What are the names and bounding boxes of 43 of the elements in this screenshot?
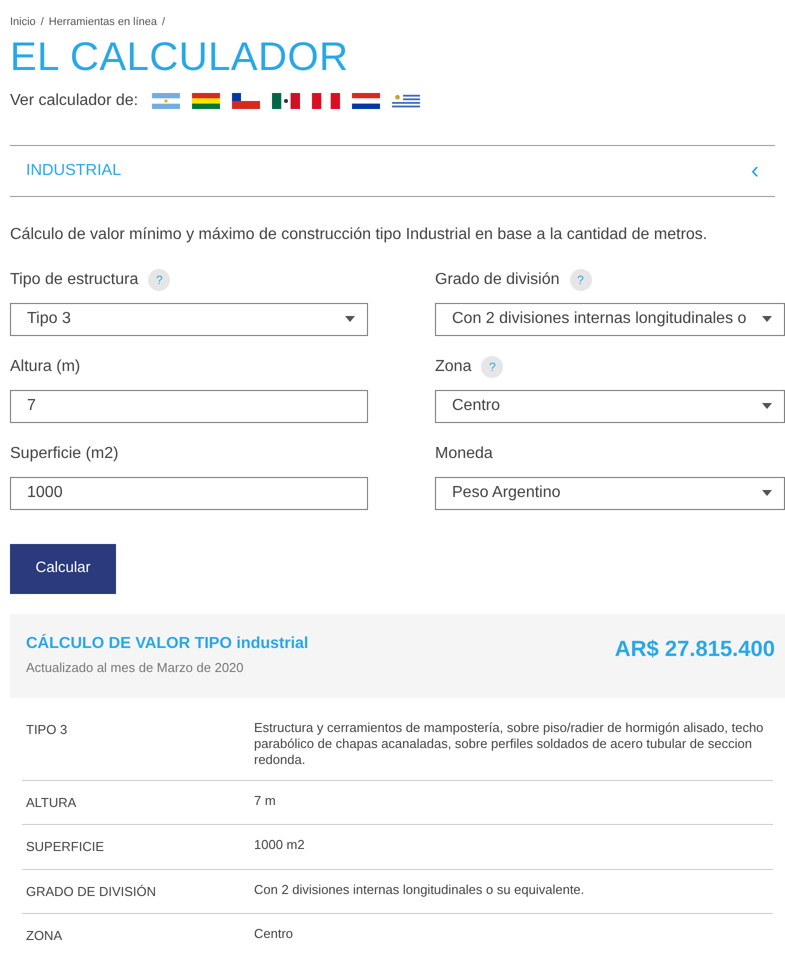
result-title: CÁLCULO DE VALOR TIPO industrial <box>26 632 308 654</box>
field-label: Moneda <box>435 444 493 464</box>
result-subtitle: Actualizado al mes de Marzo de 2020 <box>26 658 245 676</box>
dropdown[interactable]: Con 2 divisiones internas longitudinales o <box>435 302 785 336</box>
dropdown[interactable]: Peso Argentino <box>435 476 785 510</box>
detail-label: ALTURA <box>25 794 78 812</box>
field-label: Superficie (m2) <box>10 444 118 464</box>
dropdown[interactable]: Tipo 3 <box>10 302 368 336</box>
caret-icon <box>762 490 772 496</box>
flag-icon[interactable] <box>312 92 340 108</box>
page-title: EL CALCULADOR <box>10 34 350 80</box>
flag-icon[interactable] <box>192 92 220 108</box>
detail-value: Centro <box>254 926 294 943</box>
caret-icon <box>345 316 355 322</box>
field-label: Zona <box>435 356 472 376</box>
dropdown[interactable]: Centro <box>435 390 785 422</box>
breadcrumb-separator: / <box>40 15 44 30</box>
breadcrumb-link[interactable]: Inicio <box>10 14 36 30</box>
detail-value: Con 2 divisiones internas longitudinales o su equivalente. <box>254 882 586 899</box>
caret-icon <box>762 403 772 409</box>
flag-icon[interactable] <box>272 92 300 108</box>
calculate-button[interactable]: Calcular <box>10 544 116 594</box>
description: Cálculo de valor mínimo y máximo de construcción tipo Industrial en base a la cantidad de metros. <box>10 224 708 244</box>
detail-label: TIPO 3 <box>25 720 68 738</box>
field-label: Altura (m) <box>10 356 80 376</box>
detail-value: 7 m <box>254 792 277 810</box>
detail-value: Estructura y cerramientos de mampostería, sobre piso/radier de hormigón alisado, techo parabólico de chapas acanaladas, sobre perfiles soldados de acero tubular de seccion redonda. <box>254 720 764 768</box>
field-label: Grado de división <box>435 270 560 290</box>
flag-icon[interactable] <box>392 92 420 108</box>
result-amount: AR$ 27.815.400 <box>614 634 775 662</box>
detail-label: ZONA <box>25 927 64 945</box>
country-label: Ver calculador de: <box>10 90 138 110</box>
detail-value: 1000 m2 <box>254 837 306 854</box>
caret-icon <box>762 316 772 322</box>
breadcrumb-link[interactable]: Herramientas en línea <box>48 14 157 30</box>
input-field[interactable]: 1000 <box>10 476 368 510</box>
detail-label: SUPERFICIE <box>25 838 106 856</box>
field-label: Tipo de estructura <box>10 270 138 290</box>
flag-icon[interactable] <box>352 92 380 108</box>
input-field[interactable]: 7 <box>10 390 368 422</box>
flag-icon[interactable] <box>232 92 260 108</box>
breadcrumb-separator: / <box>162 15 166 30</box>
detail-label: GRADO DE DIVISIÓN <box>25 882 158 900</box>
